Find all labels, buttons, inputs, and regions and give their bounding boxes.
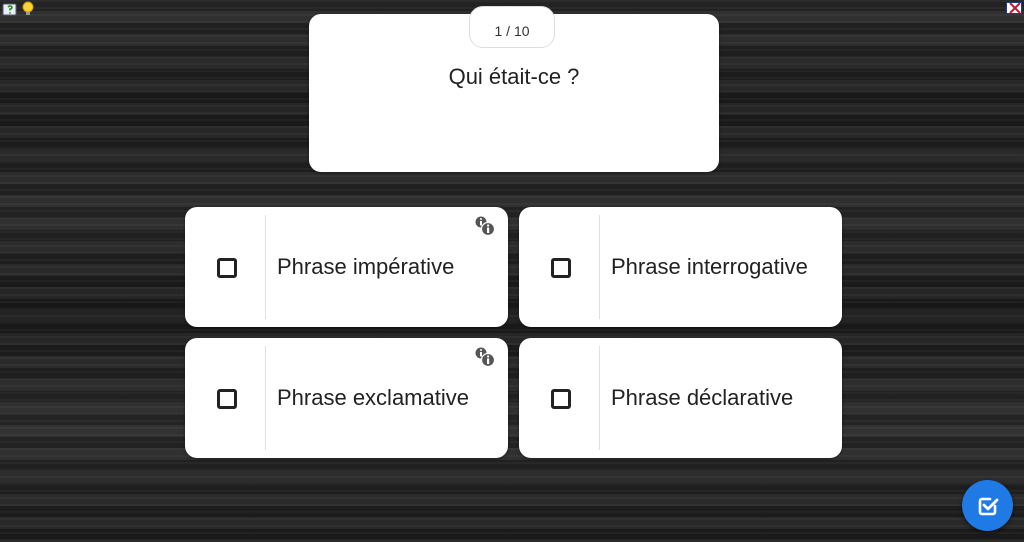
top-left-toolbar xyxy=(2,1,36,17)
answer-option-3[interactable]: Phrase exclamative xyxy=(185,338,508,458)
answer-label: Phrase interrogative xyxy=(611,254,808,280)
answer-option-2[interactable]: Phrase interrogative xyxy=(519,207,842,327)
checkbox[interactable] xyxy=(217,258,237,278)
info-icon[interactable] xyxy=(474,215,496,237)
checkbox-area[interactable] xyxy=(185,346,266,450)
question-text: Qui était-ce ? xyxy=(448,64,580,89)
checkbox-area[interactable] xyxy=(519,346,600,450)
checkbox-area[interactable] xyxy=(185,215,266,319)
check-square-icon xyxy=(978,497,998,515)
info-icon[interactable] xyxy=(474,346,496,368)
validate-button[interactable] xyxy=(962,480,1013,531)
checkbox-area[interactable] xyxy=(519,215,600,319)
answer-label: Phrase déclarative xyxy=(611,385,794,411)
checkbox[interactable] xyxy=(217,389,237,409)
checkbox[interactable] xyxy=(551,258,571,278)
checkbox[interactable] xyxy=(551,389,571,409)
answer-option-1[interactable]: Phrase impérative xyxy=(185,207,508,327)
answer-label: Phrase impérative xyxy=(277,254,455,280)
question-counter: 1 / 10 xyxy=(469,6,555,48)
answer-label: Phrase exclamative xyxy=(277,385,469,411)
question-card: 1 / 10 Qui était-ce ? xyxy=(309,6,719,172)
uk-flag-icon[interactable] xyxy=(1006,2,1022,14)
answer-option-4[interactable]: Phrase déclarative xyxy=(519,338,842,458)
help-icon[interactable] xyxy=(2,1,18,17)
lightbulb-icon[interactable] xyxy=(20,1,36,17)
